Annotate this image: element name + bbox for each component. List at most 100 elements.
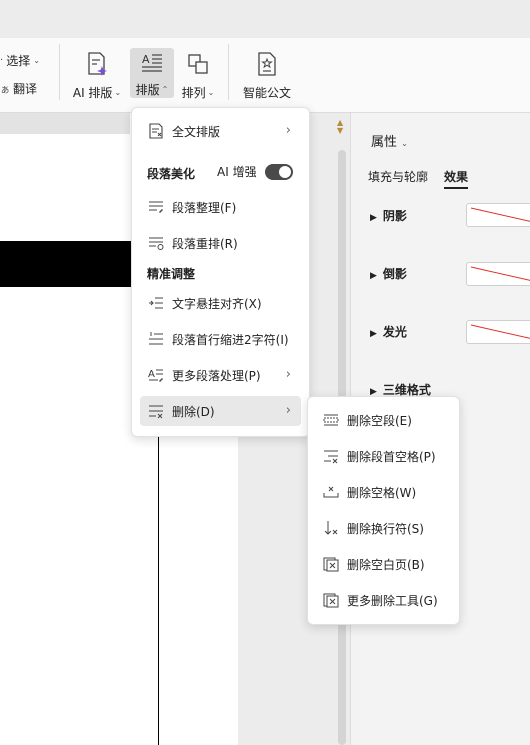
menu-item-more-para[interactable]: A 更多段落处理(P) › xyxy=(140,360,301,390)
translate-button[interactable]: ぁ 翻译 xyxy=(0,80,37,97)
svg-text:A: A xyxy=(142,53,150,66)
chevron-up-icon: ⌃ xyxy=(161,85,169,94)
para-rearrange-label: 段落重排(R) xyxy=(172,236,238,251)
first-indent-label: 段落首行缩进2字符(I) xyxy=(172,332,289,347)
delete-blank-page-label: 删除空白页(B) xyxy=(347,557,425,572)
full-layout-label: 全文排版 xyxy=(172,124,221,139)
tab-effects-label: 效果 xyxy=(444,170,469,184)
section-header-beautify: 段落美化 xyxy=(147,167,196,181)
text-hanging-icon xyxy=(147,294,165,312)
menu-item-para-rearrange[interactable]: 段落重排(R) xyxy=(140,228,301,258)
window-top-strip xyxy=(0,0,530,38)
delete-label: 删除(D) xyxy=(172,404,215,419)
ribbon-divider xyxy=(228,44,229,100)
arrange-icon xyxy=(185,50,211,78)
svg-text:A: A xyxy=(148,369,155,380)
layout-icon: A xyxy=(139,50,165,75)
text-hanging-label: 文字悬挂对齐(X) xyxy=(172,296,262,311)
page-edge-line xyxy=(158,434,159,745)
arrange-button[interactable]: 排列 ⌄ xyxy=(178,48,218,101)
smart-doc-icon xyxy=(254,50,280,78)
select-icon: · xyxy=(0,55,4,66)
chevron-right-icon: › xyxy=(285,403,291,418)
submenu-item-delete-empty-para[interactable]: 删除空段(E) xyxy=(316,405,451,435)
full-layout-icon xyxy=(147,122,165,140)
toggle-knob xyxy=(278,165,291,178)
layout-dropdown-menu: 全文排版 › 段落美化 AI 增强 段落整理(F) 段落重排(R) 精准调整 文… xyxy=(131,107,310,437)
expand-triangle-icon: ▶ xyxy=(370,329,377,339)
chevron-down-icon: ⌄ xyxy=(207,88,215,97)
properties-dropdown[interactable]: 属性 ⌄ xyxy=(371,131,408,150)
delete-leading-space-icon xyxy=(322,447,340,465)
chevron-down-icon: ⌄ xyxy=(33,56,40,65)
submenu-item-delete-leading-space[interactable]: 删除段首空格(P) xyxy=(316,441,451,471)
section-3d-format-label: 三维格式 xyxy=(382,383,431,397)
submenu-item-delete-blank-page[interactable]: 删除空白页(B) xyxy=(316,549,451,579)
menu-item-para-organize[interactable]: 段落整理(F) xyxy=(140,192,301,222)
section-reflection-label: 倒影 xyxy=(382,267,407,281)
submenu-item-more-delete-tools[interactable]: 更多删除工具(G) xyxy=(316,585,451,615)
submenu-item-delete-space[interactable]: 删除空格(W) xyxy=(316,477,451,507)
chevron-right-icon: › xyxy=(285,123,291,138)
document-top-margin xyxy=(0,113,130,134)
ai-enhance-toggle[interactable] xyxy=(264,163,293,180)
chevron-down-icon: ⌄ xyxy=(114,88,122,97)
translate-icon: ぁ xyxy=(0,85,10,96)
tab-fill-outline[interactable]: 填充与轮廓 xyxy=(368,168,428,185)
section-header-fine-tune: 精准调整 xyxy=(147,267,196,281)
translate-label: 翻译 xyxy=(13,82,38,96)
chevron-down-icon: ⌄ xyxy=(401,139,408,148)
tab-effects[interactable]: 效果 xyxy=(444,168,469,189)
more-para-label: 更多段落处理(P) xyxy=(172,368,261,383)
ai-layout-label: AI 排版 xyxy=(72,86,113,100)
glow-preset-dropdown[interactable] xyxy=(466,320,530,344)
section-shadow[interactable]: ▶ 阴影 xyxy=(370,207,407,224)
more-delete-tools-label: 更多删除工具(G) xyxy=(347,593,438,608)
more-delete-tools-icon xyxy=(322,591,340,609)
expand-triangle-icon: ▶ xyxy=(370,271,377,281)
scroll-up-icon[interactable]: ▲ ▼ xyxy=(337,119,343,135)
para-organize-icon xyxy=(147,198,165,216)
section-reflection[interactable]: ▶ 倒影 xyxy=(370,265,407,282)
delete-linebreak-icon xyxy=(322,519,340,537)
para-rearrange-icon xyxy=(147,234,165,252)
delete-linebreak-label: 删除换行符(S) xyxy=(347,521,424,536)
delete-submenu: 删除空段(E) 删除段首空格(P) 删除空格(W) 删除换行符(S) 删除空白页… xyxy=(307,396,460,625)
shadow-preset-dropdown[interactable] xyxy=(466,203,530,227)
section-glow-label: 发光 xyxy=(382,325,407,339)
reflection-preset-dropdown[interactable] xyxy=(466,262,530,286)
ribbon-divider xyxy=(59,44,60,100)
ai-enhance-toggle-row[interactable]: AI 增强 xyxy=(217,163,293,180)
menu-item-full-layout[interactable]: 全文排版 › xyxy=(140,116,301,146)
arrange-label: 排列 xyxy=(181,86,206,100)
submenu-item-delete-linebreak[interactable]: 删除换行符(S) xyxy=(316,513,451,543)
delete-blank-page-icon xyxy=(322,555,340,573)
ai-layout-icon xyxy=(84,50,110,78)
delete-empty-para-icon xyxy=(322,411,340,429)
layout-label: 排版 xyxy=(135,83,160,97)
tab-fill-outline-label: 填充与轮廓 xyxy=(368,170,429,184)
first-indent-icon xyxy=(147,330,165,348)
smart-doc-button[interactable]: 智能公文 xyxy=(240,48,294,101)
ai-enhance-label: AI 增强 xyxy=(217,165,257,179)
menu-item-delete[interactable]: 删除(D) › xyxy=(140,396,301,426)
select-label: 选择 xyxy=(6,54,31,68)
more-para-icon: A xyxy=(147,366,165,384)
delete-leading-space-label: 删除段首空格(P) xyxy=(347,449,436,464)
para-organize-label: 段落整理(F) xyxy=(172,200,237,215)
layout-button[interactable]: A 排版 ⌃ xyxy=(130,48,174,98)
delete-empty-para-label: 删除空段(E) xyxy=(347,413,412,428)
document-black-block xyxy=(0,241,131,287)
properties-label: 属性 xyxy=(371,135,398,150)
menu-item-first-indent[interactable]: 段落首行缩进2字符(I) xyxy=(140,324,301,354)
ribbon-toolbar: · 选择 ⌄ ぁ 翻译 AI 排版 ⌄ A 排版 ⌃ 排列 ⌄ 智能公文 xyxy=(0,38,530,113)
expand-triangle-icon: ▶ xyxy=(370,213,377,223)
select-button[interactable]: · 选择 ⌄ xyxy=(0,52,40,69)
delete-icon xyxy=(147,402,165,420)
ai-layout-button[interactable]: AI 排版 ⌄ xyxy=(72,48,122,101)
menu-item-text-hanging[interactable]: 文字悬挂对齐(X) xyxy=(140,288,301,318)
section-shadow-label: 阴影 xyxy=(382,209,407,223)
chevron-right-icon: › xyxy=(285,367,291,382)
delete-space-icon xyxy=(322,483,340,501)
section-glow[interactable]: ▶ 发光 xyxy=(370,323,407,340)
